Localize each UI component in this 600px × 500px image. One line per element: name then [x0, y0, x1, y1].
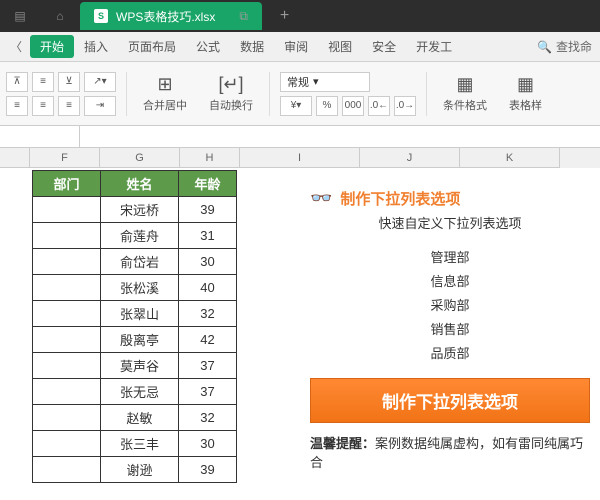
number-format-dropdown[interactable]: 常规▾ [280, 72, 370, 92]
align-right-button[interactable]: ≡ [58, 96, 80, 116]
currency-button[interactable]: ¥▾ [280, 96, 312, 116]
align-center-button[interactable]: ≡ [32, 96, 54, 116]
tab-duplicate-icon[interactable]: ⧉ [239, 9, 248, 24]
table-header: 年龄 [179, 171, 237, 197]
table-header: 姓名 [101, 171, 179, 197]
align-middle-button[interactable]: ≡ [32, 72, 54, 92]
merge-center-button[interactable]: ⊞ 合并居中 [137, 74, 193, 113]
menu-公式[interactable]: 公式 [186, 35, 230, 58]
list-item: 信息部 [310, 270, 590, 294]
align-left-button[interactable]: ≡ [6, 96, 28, 116]
menu-视图[interactable]: 视图 [318, 35, 362, 58]
col-header-J[interactable]: J [360, 148, 460, 168]
menu-插入[interactable]: 插入 [74, 35, 118, 58]
select-all-corner[interactable] [0, 148, 30, 168]
home-icon[interactable]: ⌂ [40, 9, 80, 23]
table-row[interactable]: 俞莲舟31 [33, 223, 237, 249]
fx-button[interactable] [80, 126, 110, 147]
menu-安全[interactable]: 安全 [362, 35, 406, 58]
panel-subtitle: 快速自定义下拉列表选项 [310, 213, 590, 232]
col-header-F[interactable]: F [30, 148, 100, 168]
orientation-button[interactable]: ↗▾ [84, 72, 116, 92]
decrease-decimal-button[interactable]: .0→ [394, 96, 416, 116]
menu-审阅[interactable]: 审阅 [274, 35, 318, 58]
name-box[interactable] [0, 126, 80, 147]
data-table[interactable]: 部门姓名年龄宋远桥39俞莲舟31俞岱岩30张松溪40张翠山32殷离亭42莫声谷3… [32, 170, 237, 483]
table-row[interactable]: 张翠山32 [33, 301, 237, 327]
menu-开始[interactable]: 开始 [30, 35, 74, 58]
panel-title: 制作下拉列表选项 [340, 188, 460, 209]
comma-button[interactable]: 000 [342, 96, 364, 116]
table-row[interactable]: 俞岱岩30 [33, 249, 237, 275]
col-header-I[interactable]: I [240, 148, 360, 168]
formula-input[interactable] [110, 126, 600, 147]
menu-数据[interactable]: 数据 [230, 35, 274, 58]
new-tab-button[interactable]: + [280, 7, 289, 25]
table-header: 部门 [33, 171, 101, 197]
chevron-down-icon: ▾ [313, 75, 319, 88]
percent-button[interactable]: % [316, 96, 338, 116]
document-tab[interactable]: S WPS表格技巧.xlsx ⧉ [80, 2, 262, 30]
warning-text: 温馨提醒：案例数据纯属虚构，如有雷同纯属巧合 [310, 433, 590, 471]
tab-filename: WPS表格技巧.xlsx [116, 8, 215, 25]
table-row[interactable]: 宋远桥39 [33, 197, 237, 223]
list-item: 采购部 [310, 294, 590, 318]
menu-页面布局[interactable]: 页面布局 [118, 35, 186, 58]
condfmt-icon: ▦ [456, 74, 473, 95]
col-header-H[interactable]: H [180, 148, 240, 168]
search-icon: 🔍 [537, 40, 552, 54]
align-top-button[interactable]: ⊼ [6, 72, 28, 92]
spreadsheet-icon: S [94, 9, 108, 23]
search-label: 查找命 [556, 38, 592, 55]
col-header-K[interactable]: K [460, 148, 560, 168]
wrap-text-button[interactable]: [↵] 自动换行 [203, 74, 259, 113]
list-item: 销售部 [310, 318, 590, 342]
conditional-format-button[interactable]: ▦ 条件格式 [437, 74, 493, 113]
table-row[interactable]: 张无忌37 [33, 379, 237, 405]
align-bottom-button[interactable]: ⊻ [58, 72, 80, 92]
list-item: 管理部 [310, 246, 590, 270]
table-row[interactable]: 张松溪40 [33, 275, 237, 301]
app-menu-icon[interactable]: ▤ [0, 9, 40, 23]
create-dropdown-button[interactable]: 制作下拉列表选项 [310, 378, 590, 423]
merge-icon: ⊞ [157, 74, 172, 95]
collapse-menu-icon[interactable]: 〈 [6, 38, 26, 55]
table-row[interactable]: 莫声谷37 [33, 353, 237, 379]
list-item: 品质部 [310, 342, 590, 366]
table-row[interactable]: 赵敏32 [33, 405, 237, 431]
col-header-G[interactable]: G [100, 148, 180, 168]
table-row[interactable]: 张三丰30 [33, 431, 237, 457]
table-row[interactable]: 殷离亭42 [33, 327, 237, 353]
wrap-icon: [↵] [218, 74, 243, 95]
indent-button[interactable]: ⇥ [84, 96, 116, 116]
cell-style-button[interactable]: ▦ 表格样 [503, 74, 548, 113]
option-list: 管理部信息部采购部销售部品质部 [310, 246, 590, 366]
increase-decimal-button[interactable]: .0← [368, 96, 390, 116]
glasses-icon: 👓 [310, 188, 332, 209]
table-row[interactable]: 谢逊39 [33, 457, 237, 483]
cellstyle-icon: ▦ [517, 74, 534, 95]
search-command[interactable]: 🔍 查找命 [537, 38, 600, 55]
menu-开发工[interactable]: 开发工 [406, 35, 462, 58]
